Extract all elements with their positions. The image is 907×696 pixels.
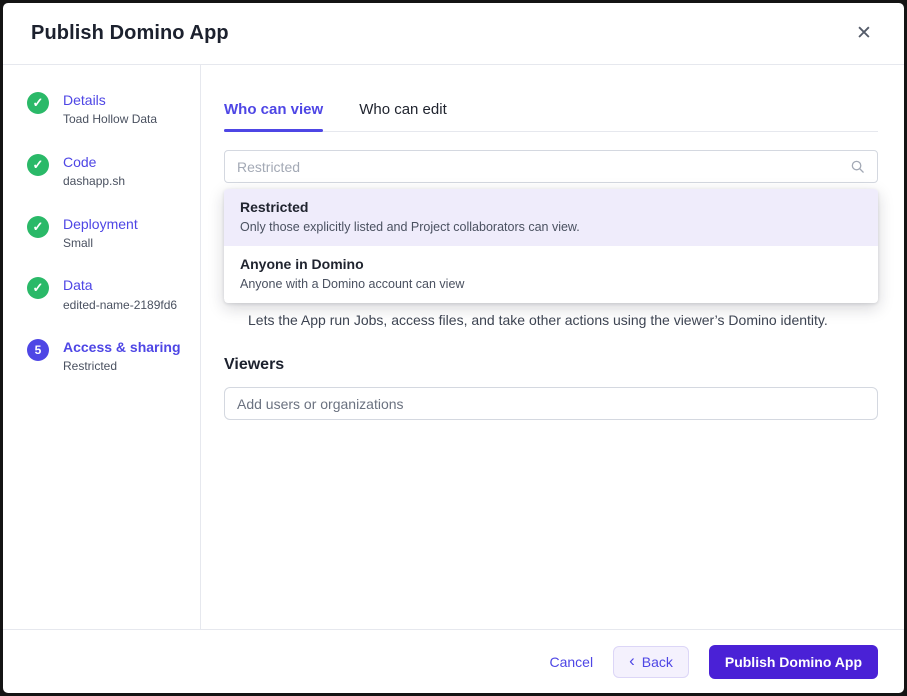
add-viewers-input[interactable] (224, 387, 878, 421)
publish-button[interactable]: Publish Domino App (708, 644, 878, 679)
chevron-left-icon: ‹ (629, 651, 635, 670)
step-sublabel: dashapp.sh (63, 173, 126, 188)
steps-sidebar: ✓ Details Toad Hollow Data ✓ Code dashap… (3, 65, 201, 629)
option-description: Anyone with a Domino account can view (240, 276, 465, 291)
check-icon: ✓ (27, 153, 49, 176)
step-text: Details Toad Hollow Data (63, 91, 157, 128)
tab-who-can-view[interactable]: Who can view (224, 101, 324, 132)
dialog-footer: Cancel ‹ Back Publish Domino App (3, 629, 904, 693)
screen-frame: Publish Domino App ✕ ✓ Details Toad Holl… (0, 0, 907, 696)
step-label: Code (63, 153, 97, 170)
act-for-viewers-description: Lets the App run Jobs, access files, and… (248, 312, 828, 329)
option-anyone-in-domino[interactable]: Anyone in Domino Anyone with a Domino ac… (224, 246, 878, 303)
step-text: Data edited-name-2189fd6 (63, 276, 177, 313)
step-sublabel: edited-name-2189fd6 (63, 297, 178, 312)
option-restricted[interactable]: Restricted Only those explicitly listed … (224, 189, 878, 246)
option-description: Only those explicitly listed and Project… (240, 219, 580, 234)
dialog-title: Publish Domino App (31, 22, 229, 44)
publish-domino-app-dialog: Publish Domino App ✕ ✓ Details Toad Holl… (3, 3, 904, 693)
tabs: Who can view Who can edit (224, 101, 878, 132)
step-number-badge: 5 (27, 339, 49, 362)
check-icon: ✓ (27, 215, 49, 238)
step-details[interactable]: ✓ Details Toad Hollow Data (27, 91, 190, 128)
step-sublabel: Restricted (63, 359, 118, 374)
step-label: Data (63, 277, 93, 294)
viewers-heading: Viewers (224, 356, 285, 374)
option-title: Restricted (240, 199, 309, 215)
cancel-button[interactable]: Cancel (549, 654, 593, 670)
step-sublabel: Toad Hollow Data (63, 112, 158, 127)
step-label: Details (63, 92, 106, 108)
step-text: Access & sharing Restricted (63, 338, 181, 375)
back-button[interactable]: ‹ Back (613, 645, 689, 678)
step-code[interactable]: ✓ Code dashapp.sh (27, 153, 190, 190)
step-label: Access & sharing (63, 339, 181, 356)
dialog-body: ✓ Details Toad Hollow Data ✓ Code dashap… (3, 65, 904, 629)
step-sublabel: Small (63, 235, 94, 250)
close-button[interactable]: ✕ (850, 20, 878, 48)
step-text: Deployment Small (63, 215, 138, 252)
step-text: Code dashapp.sh (63, 153, 125, 190)
visibility-dropdown: Restricted Only those explicitly listed … (224, 189, 878, 303)
access-sharing-panel: Who can view Who can edit Restricted All… (201, 65, 904, 629)
visibility-select-placeholder: Restricted (237, 158, 301, 175)
close-icon: ✕ (856, 23, 872, 44)
dialog-header: Publish Domino App ✕ (3, 3, 904, 65)
step-access-sharing[interactable]: 5 Access & sharing Restricted (27, 338, 190, 375)
check-icon: ✓ (27, 277, 49, 300)
step-data[interactable]: ✓ Data edited-name-2189fd6 (27, 276, 190, 313)
check-icon: ✓ (27, 92, 49, 114)
tab-who-can-edit[interactable]: Who can edit (359, 101, 447, 131)
visibility-select[interactable]: Restricted (224, 150, 878, 183)
step-label: Deployment (63, 215, 138, 232)
step-deployment[interactable]: ✓ Deployment Small (27, 215, 190, 252)
search-icon (851, 160, 864, 173)
back-button-label: Back (641, 653, 673, 670)
option-title: Anyone in Domino (240, 255, 364, 272)
